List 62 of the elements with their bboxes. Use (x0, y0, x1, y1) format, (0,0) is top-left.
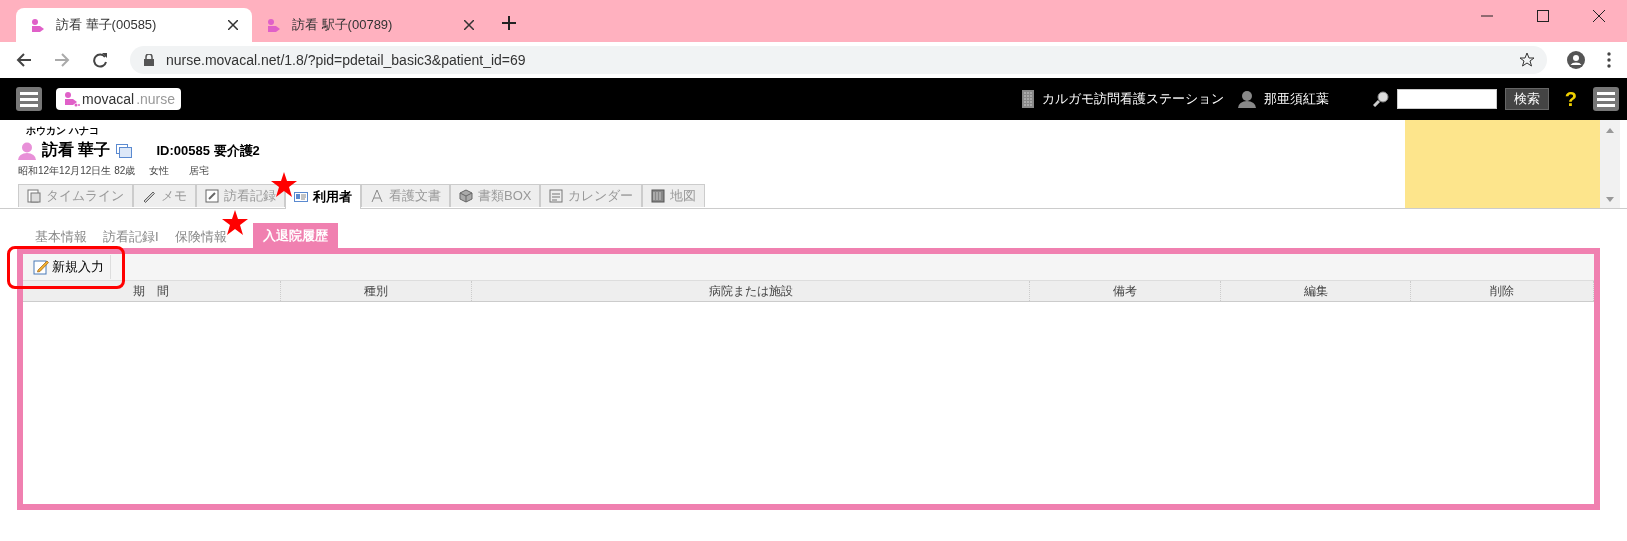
station-name: カルガモ訪問看護ステーション (1041, 90, 1224, 108)
browser-tab[interactable]: 訪看 華子(00585) (16, 8, 252, 42)
duck-icon (62, 91, 80, 107)
help-link[interactable]: ? (1564, 87, 1577, 111)
column-header: 編集 (1221, 281, 1412, 301)
column-header: 病院または施設 (471, 281, 1031, 301)
reload-icon[interactable] (92, 52, 108, 68)
document-icon (27, 189, 41, 203)
main-tab[interactable]: 地図 (642, 184, 706, 207)
favicon-icon (30, 18, 46, 32)
sub-tab[interactable]: 基本情報 (27, 226, 95, 248)
search-icon (1372, 91, 1389, 107)
close-icon[interactable] (228, 20, 238, 30)
column-header: 削除 (1411, 281, 1594, 301)
main-tab[interactable]: 看護文書 (361, 184, 450, 207)
patient-sex: 女性 (149, 164, 170, 178)
profile-icon[interactable] (1567, 51, 1585, 69)
url-text: nurse.movacal.net/1.8/?pid=pdetail_basic3&patient_id=69 (166, 52, 526, 68)
sub-tab[interactable]: 入退院履歴 (252, 223, 338, 248)
windows-icon[interactable] (116, 143, 133, 158)
id-card-icon (294, 190, 308, 204)
logo[interactable]: movacal.nurse (56, 88, 182, 110)
close-icon[interactable] (1593, 10, 1605, 22)
patient-kana: ホウカン ハナコ (26, 124, 100, 138)
pencil-icon (142, 189, 156, 203)
sub-tab[interactable]: 訪看記録I (95, 226, 167, 248)
main-tab[interactable]: メモ (133, 184, 196, 207)
patient-id: ID:00585 要介護2 (156, 141, 260, 160)
menu-icon[interactable] (1593, 87, 1619, 111)
person-icon (18, 141, 36, 160)
new-tab-icon[interactable] (502, 16, 516, 30)
address-bar[interactable]: nurse.movacal.net/1.8/?pid=pdetail_basic3&patient_id=69 (130, 46, 1547, 74)
user-icon (1237, 90, 1256, 108)
main-tab[interactable]: 利用者 (285, 184, 361, 209)
star-bookmark-icon[interactable] (1519, 52, 1535, 68)
patient-residence: 居宅 (189, 164, 210, 178)
search-button[interactable]: 検索 (1504, 88, 1549, 110)
column-header: 備考 (1030, 281, 1222, 301)
browser-tab[interactable]: 訪看 駅子(00789) (252, 8, 488, 42)
main-tab[interactable]: 書類BOX (450, 184, 541, 207)
building-icon (1021, 90, 1034, 108)
calendar-icon (549, 189, 564, 203)
menu-icon[interactable] (16, 87, 42, 111)
close-icon[interactable] (464, 20, 474, 30)
patient-name: 訪看 華子 (42, 140, 111, 160)
back-icon[interactable] (16, 52, 32, 68)
birth-date: 昭和12年12月12日生 82歳 (18, 164, 136, 178)
favicon-icon (266, 18, 282, 32)
edit-icon (205, 189, 219, 203)
edit-icon (33, 259, 49, 275)
sub-tab[interactable]: 保険情報 (166, 226, 235, 248)
maximize-icon[interactable] (1537, 10, 1549, 22)
user-name: 那亜須紅葉 (1263, 90, 1329, 108)
box-icon (459, 189, 473, 203)
lock-icon (144, 54, 154, 66)
main-tab[interactable]: 訪看記録 (196, 184, 285, 207)
main-tab[interactable]: カレンダー (540, 184, 643, 207)
more-icon[interactable] (1607, 52, 1611, 68)
search-field[interactable] (1396, 89, 1497, 109)
main-tab[interactable]: タイムライン (18, 184, 133, 207)
column-header: 期 間 (23, 281, 281, 301)
column-header: 種別 (280, 281, 472, 301)
